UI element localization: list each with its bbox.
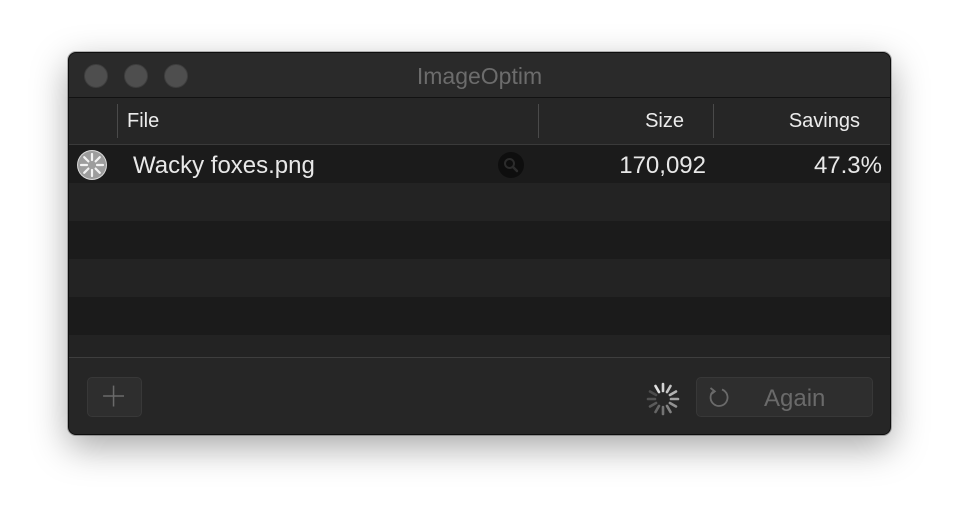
progress-pie-icon [77, 150, 107, 180]
column-separator[interactable] [713, 104, 714, 138]
add-files-button[interactable] [87, 377, 142, 417]
empty-row [69, 221, 890, 259]
file-savings: 47.3% [813, 152, 882, 179]
column-separator[interactable] [538, 104, 539, 138]
imageoptim-window: ImageOptim File Size Savings Wacky foxes… [68, 52, 891, 435]
again-label: Again [764, 385, 826, 412]
column-separator[interactable] [117, 104, 118, 138]
magnifier-reveal-icon[interactable] [498, 152, 524, 178]
refresh-icon [709, 387, 729, 407]
empty-row [69, 259, 890, 297]
column-header-file[interactable]: File [127, 110, 159, 133]
title-bar[interactable]: ImageOptim [69, 53, 890, 98]
empty-row [69, 183, 890, 221]
file-size: 170,092 [619, 152, 706, 179]
again-button[interactable]: Again [696, 377, 873, 417]
file-list[interactable]: Wacky foxes.png 170,092 47.3% [69, 145, 890, 357]
activity-spinner-icon [646, 382, 680, 416]
table-row[interactable]: Wacky foxes.png 170,092 47.3% [69, 145, 890, 183]
bottom-toolbar: Again [69, 357, 890, 434]
empty-row [69, 297, 890, 335]
table-header: File Size Savings [69, 98, 890, 145]
column-header-savings[interactable]: Savings [789, 110, 860, 133]
window-title: ImageOptim [416, 63, 543, 89]
empty-row [69, 335, 890, 357]
file-name: Wacky foxes.png [133, 152, 315, 179]
plus-icon [103, 385, 124, 407]
column-header-size[interactable]: Size [645, 110, 684, 133]
